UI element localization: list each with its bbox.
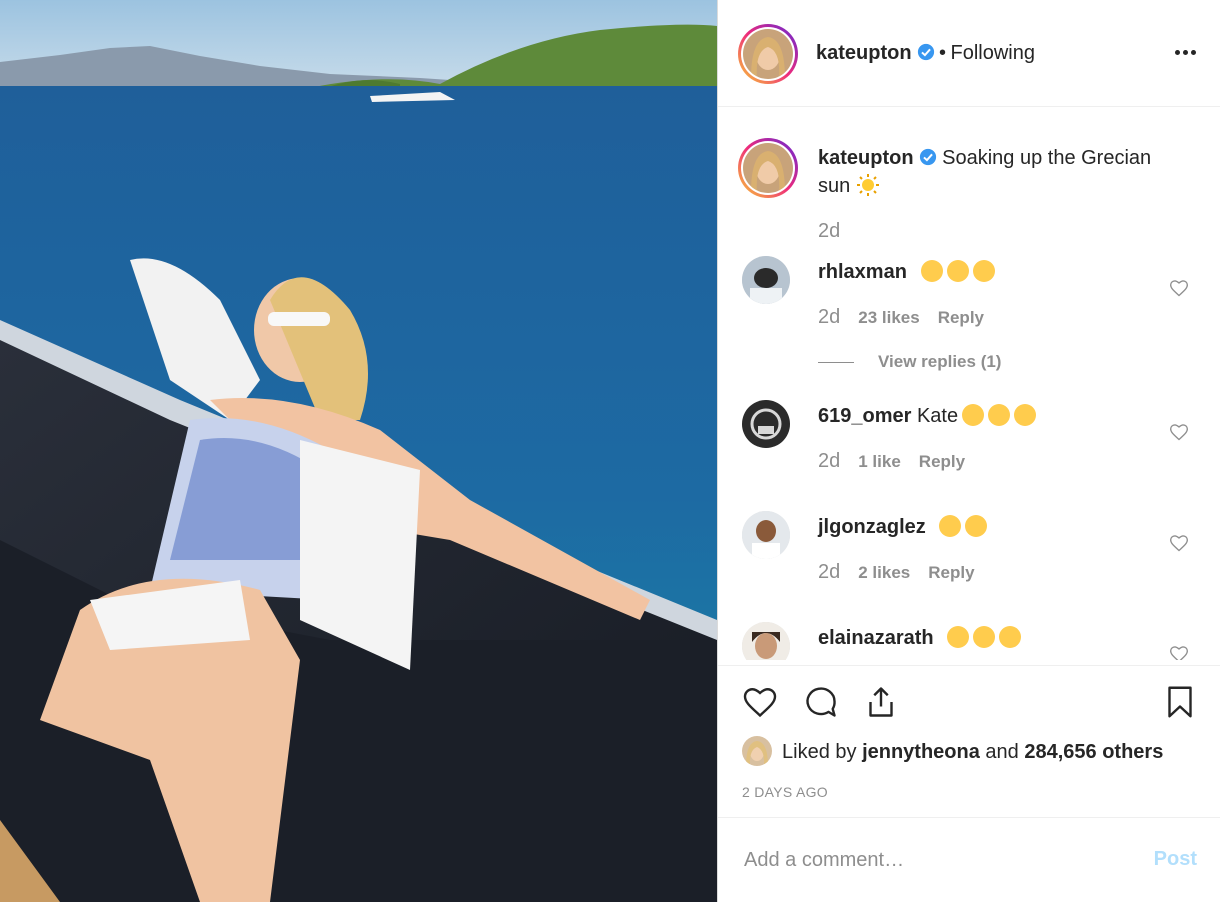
post-image: [0, 0, 717, 902]
post-sidebar: kateupton • Following kateupton Soaking …: [717, 0, 1220, 902]
smiling-face-emoji-icon: [920, 260, 943, 282]
smiling-face-emoji-icon: [972, 260, 995, 282]
view-replies-label: View replies (1): [878, 352, 1002, 371]
liker-username[interactable]: jennytheona: [862, 741, 980, 763]
add-comment-bar: Post: [718, 817, 1220, 902]
heart-eyes-emoji-icon: [962, 404, 985, 426]
post-timestamp[interactable]: 2 DAYS AGO: [742, 784, 828, 800]
commenter-username[interactable]: elainazarath: [818, 627, 934, 649]
like-comment-heart-icon[interactable]: [1169, 422, 1189, 442]
share-icon[interactable]: [863, 684, 899, 720]
save-bookmark-icon[interactable]: [1162, 684, 1198, 720]
sun-emoji-icon: [856, 174, 879, 196]
commenter-username[interactable]: 619_omer: [818, 405, 911, 427]
grinning-emoji-icon: [988, 404, 1011, 426]
commenter-photo: [742, 256, 790, 304]
likes-prefix: Liked by: [782, 741, 857, 763]
like-heart-icon[interactable]: [742, 684, 778, 720]
comment-time[interactable]: 2d: [818, 561, 840, 583]
reply-button[interactable]: Reply: [928, 563, 974, 582]
author-avatar[interactable]: [738, 24, 798, 84]
commenter-photo: [742, 622, 790, 660]
caption-time[interactable]: 2d: [818, 220, 840, 243]
comment-likes[interactable]: 1 like: [858, 452, 901, 471]
clapping-emoji-icon: [947, 626, 970, 648]
following-button[interactable]: Following: [950, 42, 1034, 64]
comments-list[interactable]: kateupton Soaking up the Grecian sun 2d …: [718, 108, 1220, 660]
heart-eyes-emoji-icon: [939, 515, 962, 537]
comment-time[interactable]: 2d: [818, 306, 840, 328]
commenter-username[interactable]: rhlaxman: [818, 261, 907, 283]
view-replies-button[interactable]: View replies (1): [818, 352, 1001, 372]
like-comment-heart-icon[interactable]: [1169, 533, 1189, 553]
caption-avatar[interactable]: [738, 138, 798, 198]
clapping-emoji-icon: [973, 626, 996, 648]
post-actions: Liked by jennytheona and 284,656 others …: [718, 665, 1220, 817]
like-comment-heart-icon[interactable]: [1169, 644, 1189, 660]
post-comment-button[interactable]: Post: [1154, 848, 1197, 871]
verified-icon: [917, 43, 934, 61]
more-options-icon[interactable]: [1173, 42, 1199, 62]
commenter-username[interactable]: jlgonzaglez: [818, 516, 926, 538]
liker-avatar[interactable]: [742, 736, 772, 766]
comment-time[interactable]: 2d: [818, 450, 840, 472]
smiling-face-emoji-icon: [946, 260, 969, 282]
commenter-photo: [742, 400, 790, 448]
like-comment-heart-icon[interactable]: [1169, 278, 1189, 298]
likes-summary: Liked by jennytheona and 284,656 others: [742, 736, 1163, 766]
caption-author-photo: [743, 143, 793, 193]
comment-bubble-icon[interactable]: [803, 684, 839, 720]
separator-dot: •: [939, 42, 947, 64]
heart-eyes-emoji-icon: [965, 515, 988, 537]
liker-photo: [742, 736, 772, 766]
author-photo: [743, 29, 793, 79]
clapping-emoji-icon: [999, 626, 1022, 648]
likes-and: and: [985, 741, 1019, 763]
reply-button[interactable]: Reply: [919, 452, 965, 471]
commenter-avatar[interactable]: [742, 400, 790, 448]
likes-others-count[interactable]: 284,656 others: [1024, 741, 1163, 763]
author-username[interactable]: kateupton: [816, 42, 912, 64]
reply-button[interactable]: Reply: [938, 308, 984, 327]
commenter-avatar[interactable]: [742, 256, 790, 304]
post-caption: kateupton Soaking up the Grecian sun: [818, 144, 1188, 200]
caption-username[interactable]: kateupton: [818, 147, 914, 169]
add-comment-input[interactable]: [742, 844, 1126, 876]
verified-icon: [919, 148, 936, 166]
comment-text: Kate: [916, 405, 959, 427]
commenter-avatar[interactable]: [742, 622, 790, 660]
post-photo[interactable]: [0, 0, 717, 902]
comment-likes[interactable]: 23 likes: [858, 308, 919, 327]
commenter-avatar[interactable]: [742, 511, 790, 559]
post-header: kateupton • Following: [718, 0, 1220, 107]
comment-likes[interactable]: 2 likes: [858, 563, 910, 582]
commenter-photo: [742, 511, 790, 559]
grinning-emoji-icon: [1014, 404, 1037, 426]
